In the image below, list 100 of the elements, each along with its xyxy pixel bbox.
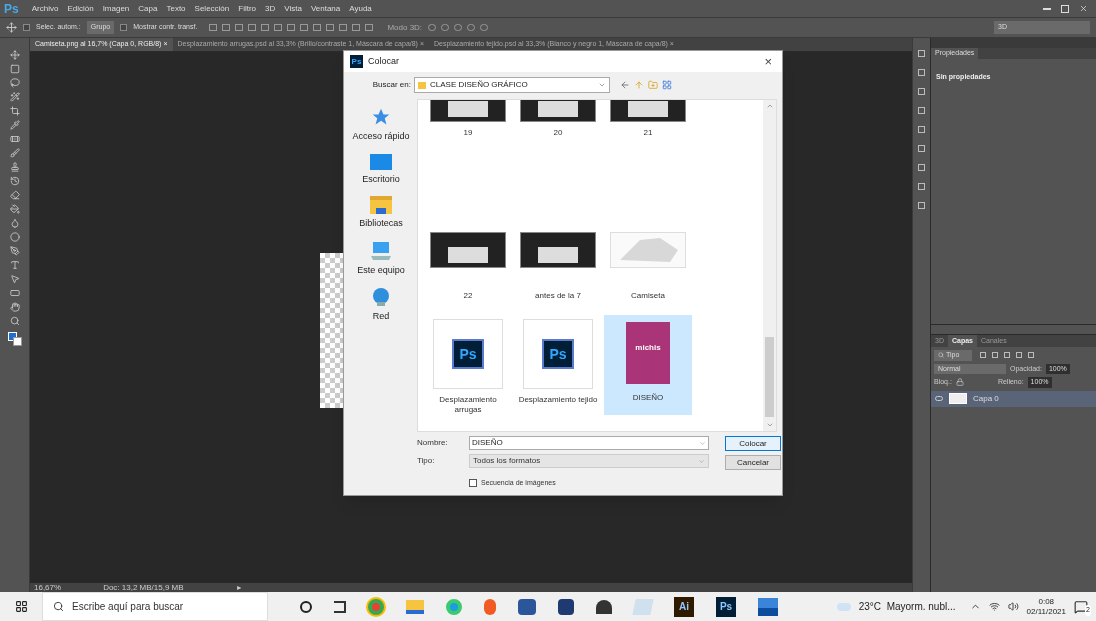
place-label[interactable]: Acceso rápido	[352, 130, 410, 144]
tool-icon[interactable]	[9, 302, 20, 312]
doc-size: Doc: 13,2 MB/15,9 MB	[103, 583, 184, 592]
tool-icon[interactable]	[9, 232, 20, 242]
tool-icon[interactable]	[9, 204, 20, 214]
search-icon	[938, 352, 944, 359]
panel-icon[interactable]	[918, 164, 925, 171]
scrollbar-thumb[interactable]	[765, 337, 774, 417]
tool-icon[interactable]	[9, 176, 20, 186]
panel-icon[interactable]	[918, 202, 925, 209]
place-label[interactable]: Bibliotecas	[359, 217, 403, 231]
tool-icon[interactable]	[9, 50, 20, 60]
tool-icon[interactable]	[9, 106, 20, 116]
menu-item[interactable]: Ayuda	[349, 2, 372, 15]
menu-item[interactable]: Imagen	[102, 2, 130, 15]
panel-icon[interactable]	[918, 145, 925, 152]
ps-logo-icon: Ps	[350, 55, 363, 68]
tool-icon[interactable]	[9, 78, 20, 88]
tool-icon[interactable]	[9, 190, 20, 200]
panel-icon[interactable]	[918, 88, 925, 95]
tool-icon[interactable]	[9, 246, 20, 256]
edge-icon[interactable]	[446, 598, 462, 615]
file-item[interactable]: Ps Desplazamiento arrugas	[424, 315, 512, 415]
tool-icon[interactable]	[9, 218, 20, 228]
menu-item[interactable]: Filtro	[238, 2, 257, 15]
app-icon[interactable]	[484, 598, 496, 615]
look-in-dropdown[interactable]: CLASE DISEÑO GRÁFICO	[414, 77, 610, 93]
close-button[interactable]: ×	[764, 51, 776, 72]
place-label[interactable]: Escritorio	[362, 172, 400, 186]
menu-item[interactable]: Edición	[67, 2, 94, 15]
checkbox[interactable]	[120, 24, 128, 31]
tool-icon[interactable]	[9, 120, 20, 130]
align-icons-drawing[interactable]	[209, 24, 374, 31]
clock-date[interactable]: 02/11/2021	[1026, 606, 1066, 617]
tool-icon[interactable]	[9, 162, 20, 172]
minimize-icon[interactable]	[1043, 7, 1051, 10]
file-item[interactable]: michis DISEÑO	[604, 315, 692, 415]
lock-icon[interactable]	[955, 378, 964, 387]
photos-icon[interactable]	[758, 597, 778, 616]
clock-time[interactable]: 0:08	[1038, 596, 1055, 607]
move-tool-icon[interactable]	[6, 22, 17, 33]
taskbar-search-field[interactable]: Escribe aquí para buscar	[42, 592, 268, 621]
file-item[interactable]: 22	[424, 205, 512, 315]
file-item[interactable]: Ps Desplazamiento tejido	[514, 315, 602, 415]
close-icon[interactable]	[1079, 4, 1088, 13]
tool-icon[interactable]	[9, 64, 20, 74]
place-label[interactable]: Este equipo	[357, 263, 405, 277]
file-item[interactable]: antes de la 7	[514, 205, 602, 315]
file-item[interactable]: 21	[604, 100, 692, 205]
layer-row[interactable]: Capa 0	[931, 390, 1096, 407]
back-icon[interactable]	[620, 80, 630, 90]
windows-start-icon[interactable]	[14, 600, 28, 613]
layer-thumbnail	[949, 393, 967, 404]
file-type-dropdown[interactable]: Todos los formatos	[469, 454, 709, 468]
tool-icon[interactable]	[9, 260, 20, 270]
tool-icon[interactable]	[9, 274, 20, 284]
view-menu-icon[interactable]	[662, 80, 672, 90]
folder-icon[interactable]	[406, 599, 424, 614]
speaker-icon[interactable]	[1007, 601, 1019, 612]
menu-item[interactable]: 3D	[265, 2, 276, 15]
checkbox[interactable]	[469, 479, 477, 488]
scrollbar[interactable]	[763, 100, 776, 431]
menu-item[interactable]: Vista	[284, 2, 302, 15]
tool-icon[interactable]	[9, 316, 20, 326]
scroll-down-icon[interactable]	[765, 421, 774, 429]
weather-text[interactable]: 23°C Mayorm. nubl...	[858, 599, 956, 614]
wifi-icon[interactable]	[988, 601, 1000, 612]
menu-item[interactable]: Selección	[194, 2, 230, 15]
app-icon[interactable]: Ai	[674, 596, 694, 617]
menu-item[interactable]: Capa	[138, 2, 158, 15]
checkbox[interactable]	[23, 24, 30, 31]
eye-icon[interactable]	[935, 396, 943, 401]
tool-icon[interactable]	[9, 148, 20, 158]
file-item[interactable]: Camiseta	[604, 205, 692, 315]
tool-icon[interactable]	[9, 134, 20, 144]
color-swatches-icon[interactable]	[7, 332, 22, 346]
chrome-icon[interactable]	[368, 598, 384, 615]
panel-icon[interactable]	[918, 107, 925, 114]
menu-item[interactable]: Texto	[166, 2, 186, 15]
layer-name: Capa 0	[973, 392, 999, 405]
dialog-button[interactable]: Cancelar	[725, 455, 781, 470]
dialog-button[interactable]: Colocar	[725, 436, 781, 451]
file-item[interactable]: 19	[424, 100, 512, 205]
scroll-up-icon[interactable]	[765, 102, 774, 110]
restore-icon[interactable]	[1061, 4, 1069, 13]
file-item[interactable]: 20	[514, 100, 602, 205]
panel-icon[interactable]	[918, 183, 925, 190]
menu-item[interactable]: Ventana	[310, 2, 341, 15]
filter-icons-drawing[interactable]	[980, 352, 1034, 359]
task-view-icon[interactable]	[334, 600, 346, 613]
app-icon[interactable]: Ps	[716, 596, 736, 617]
place-label[interactable]: Red	[372, 310, 390, 324]
file-name-field[interactable]: DISEÑO	[469, 436, 709, 450]
panel-icon[interactable]	[918, 50, 925, 57]
mode-3d-label: Modo 3D:	[387, 21, 423, 34]
tool-icon[interactable]	[9, 288, 20, 298]
panel-icon[interactable]	[918, 126, 925, 133]
panel-icon[interactable]	[918, 69, 925, 76]
menu-item[interactable]: Archivo	[31, 2, 59, 15]
tool-icon[interactable]	[9, 92, 20, 102]
